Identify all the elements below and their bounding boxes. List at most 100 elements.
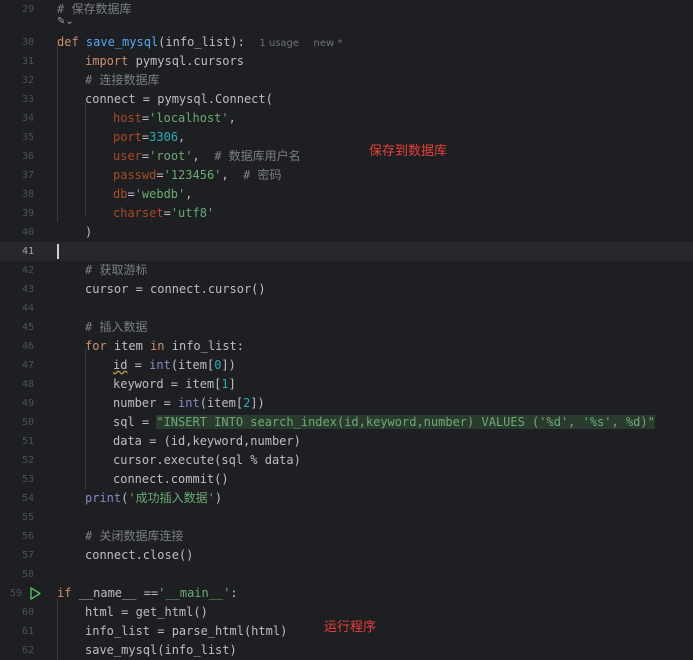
code-text: sql = [113, 415, 157, 429]
new-hint[interactable]: new * [314, 38, 343, 49]
code-line[interactable]: 43 cursor = connect.cursor() [0, 280, 693, 299]
line-number: 52 [21, 455, 34, 466]
code-text: connect.commit() [113, 472, 229, 486]
kwarg-key: host [113, 111, 142, 125]
line-number: 41 [21, 246, 34, 257]
kwarg-line: host='localhost', [113, 111, 236, 125]
code-line[interactable]: 35 port=3306, [0, 128, 693, 147]
comment: # 密码 [243, 168, 282, 182]
line-number: 36 [21, 151, 34, 162]
code-line[interactable]: 54 print('成功插入数据') [0, 489, 693, 508]
line-number: 42 [21, 265, 34, 276]
line-number: 48 [21, 379, 34, 390]
code-text: number = [113, 396, 179, 410]
kwarg-line: charset='utf8' [113, 206, 215, 220]
code-line[interactable]: 34 host='localhost', [0, 109, 693, 128]
code-text: save_mysql(info_list) [85, 643, 237, 657]
code-text: ) [85, 225, 93, 239]
line-number: 61 [21, 626, 34, 637]
code-line[interactable]: 49 number = int(item[2]) [0, 394, 693, 413]
line-number: 32 [21, 75, 34, 86]
builtin-fn: int [149, 358, 171, 372]
code-line[interactable]: 56 # 关闭数据库连接 [0, 527, 693, 546]
line-number: 37 [21, 170, 34, 181]
ai-assist-icon[interactable]: ✎⌄ [57, 15, 74, 34]
kwarg-key: charset [113, 206, 164, 220]
code-line[interactable]: 51 data = (id,keyword,number) [0, 432, 693, 451]
line-number: 43 [21, 284, 34, 295]
builtin-fn: print [85, 491, 122, 505]
keyword: def [57, 35, 79, 49]
code-line[interactable]: 37 passwd='123456', # 密码 [0, 166, 693, 185]
code-line[interactable]: 47 id = int(item[0]) [0, 356, 693, 375]
module: pymysql.cursors [135, 54, 244, 68]
assign-line: id = int(item[0]) [113, 358, 236, 372]
assign-line: number = int(item[2]) [113, 394, 265, 413]
line-number: 54 [21, 493, 34, 504]
code-line[interactable]: 30 def save_mysql(info_list): 1 usage ne… [0, 33, 693, 52]
code-line[interactable]: 32 # 连接数据库 [0, 71, 693, 90]
code-line[interactable]: 50 sql = "INSERT INTO search_index(id,ke… [0, 413, 693, 432]
for-statement: for item in info_list: [85, 337, 244, 356]
line-number: 62 [21, 645, 34, 656]
code-line[interactable]: 62 save_mysql(info_list) [0, 641, 693, 660]
string-literal: '123456' [163, 168, 222, 182]
kwarg-key: db [113, 187, 128, 201]
code-text: __name__ == [78, 586, 159, 600]
usage-hint[interactable]: 1 usage [259, 38, 299, 49]
code-text: : [230, 586, 238, 600]
code-line[interactable]: 42 # 获取游标 [0, 261, 693, 280]
code-line[interactable]: 39 charset='utf8' [0, 204, 693, 223]
sql-line: sql = "INSERT INTO search_index(id,keywo… [113, 413, 655, 432]
code-line[interactable]: 31 import pymysql.cursors [0, 52, 693, 71]
code-line[interactable]: 59 if __name__ =='__main__': [0, 584, 693, 603]
code-line[interactable]: 40 ) [0, 223, 693, 242]
string-literal: '成功插入数据' [128, 491, 215, 505]
line-number: 40 [21, 227, 34, 238]
assign-line: keyword = item[1] [113, 375, 236, 394]
code-text: cursor.execute(sql % data) [113, 453, 301, 467]
kwarg-line: user='root', # 数据库用户名 [113, 149, 301, 163]
keyword: in [150, 339, 165, 353]
code-line[interactable]: 53 connect.commit() [0, 470, 693, 489]
kwarg-line: passwd='123456', # 密码 [113, 168, 282, 182]
comment: # 获取游标 [85, 263, 148, 277]
code-text: cursor = connect.cursor() [85, 282, 266, 296]
code-line[interactable]: 55 [0, 508, 693, 527]
line-number: 55 [21, 512, 34, 523]
code-line[interactable]: 57 connect.close() [0, 546, 693, 565]
code-editor[interactable]: 29 # 保存数据库 ✎⌄ 30 def save_mysql(info_lis… [0, 0, 693, 660]
line-number: 34 [21, 113, 34, 124]
line-number: 45 [21, 322, 34, 333]
current-line[interactable]: 41 [0, 242, 693, 261]
text-caret [57, 244, 59, 259]
code-line[interactable]: 46 for item in info_list: [0, 337, 693, 356]
code-line[interactable]: 58 [0, 565, 693, 584]
kwarg-line: port=3306, [113, 130, 186, 144]
string-literal: 'webdb' [134, 187, 186, 201]
code-line[interactable]: 33 connect = pymysql.Connect( [0, 90, 693, 109]
code-line[interactable]: 52 cursor.execute(sql % data) [0, 451, 693, 470]
code-line[interactable]: 48 keyword = item[1] [0, 375, 693, 394]
number-literal: 3306 [149, 130, 179, 144]
code-line[interactable]: 38 db='webdb', [0, 185, 693, 204]
iterable: info_list: [171, 339, 244, 353]
sql-string: "INSERT INTO search_index(id,keyword,num… [156, 415, 655, 429]
loop-var: item [113, 339, 143, 353]
line-number: 38 [21, 189, 34, 200]
code-line[interactable]: 45 # 插入数据 [0, 318, 693, 337]
code-line[interactable]: 36 user='root', # 数据库用户名 [0, 147, 693, 166]
code-text: keyword = item[ [113, 377, 222, 391]
line-number: 31 [21, 56, 34, 67]
code-line[interactable]: 44 [0, 299, 693, 318]
line-number: 53 [21, 474, 34, 485]
code-text: ]) [221, 358, 236, 372]
keyword: for [85, 339, 107, 353]
kwarg-key: passwd [113, 168, 157, 182]
comment: # 数据库用户名 [214, 149, 301, 163]
run-gutter-icon[interactable] [29, 587, 41, 600]
code-text: (item[ [199, 396, 244, 410]
line-number: 60 [21, 607, 34, 618]
import-statement: import pymysql.cursors [85, 52, 244, 71]
line-number: 51 [21, 436, 34, 447]
